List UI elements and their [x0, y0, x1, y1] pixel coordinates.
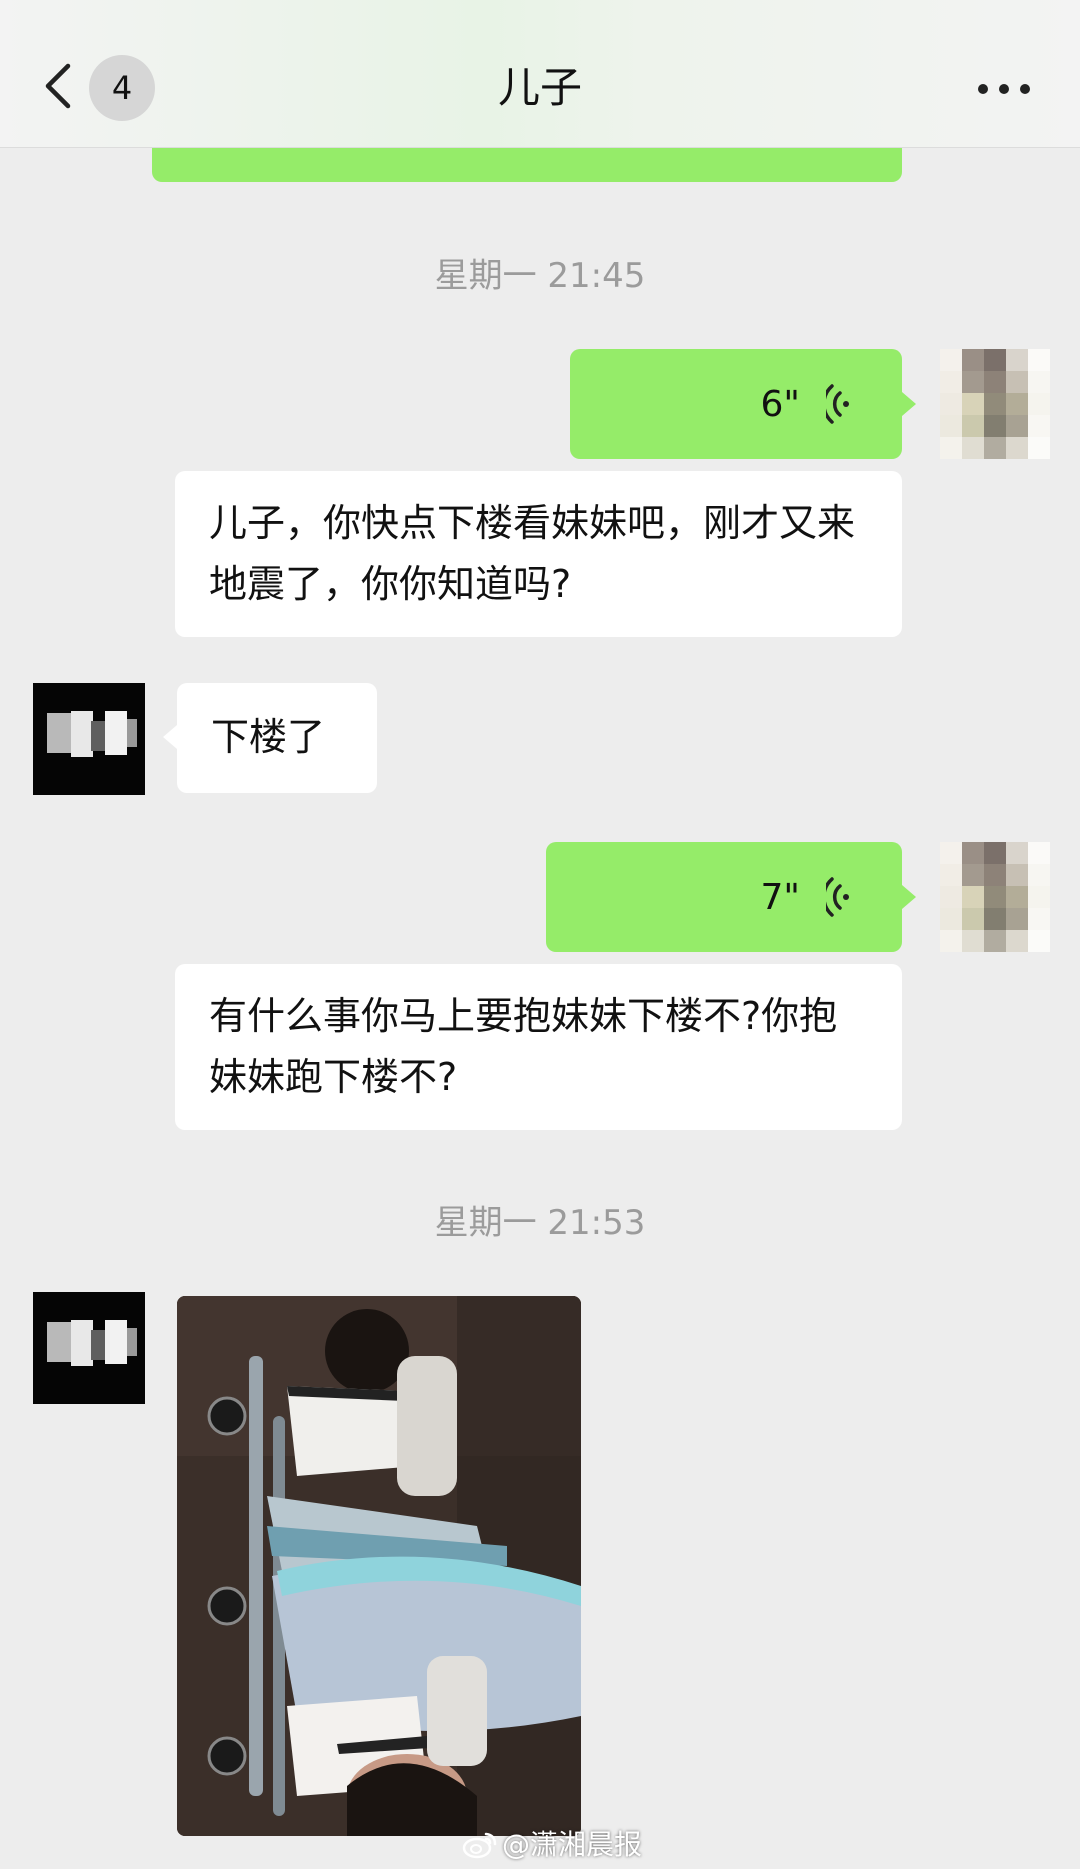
message-text: 儿子，你快点下楼看妹妹吧，刚才又来地震了，你你知道吗?: [209, 501, 856, 606]
unread-count-badge[interactable]: 4: [89, 55, 155, 121]
chat-header: 4 儿子: [0, 0, 1080, 148]
timestamp: 星期一 21:53: [434, 1203, 646, 1243]
son-avatar[interactable]: [33, 683, 145, 795]
son-avatar[interactable]: [33, 1292, 145, 1404]
bubble-tail: [163, 725, 177, 749]
message-text: 有什么事你马上要抱妹妹下楼不?你抱妹妹跑下楼不?: [209, 994, 838, 1099]
back-arrow-icon[interactable]: [40, 60, 80, 112]
weibo-icon: [462, 1832, 497, 1859]
text-message-bubble[interactable]: 有什么事你马上要抱妹妹下楼不?你抱妹妹跑下楼不?: [175, 964, 902, 1130]
bubble-tail: [902, 392, 916, 416]
my-avatar[interactable]: [940, 842, 1050, 952]
voice-duration: 7": [760, 876, 800, 918]
voice-message-bubble[interactable]: 6": [570, 349, 902, 459]
text-message-bubble[interactable]: 儿子，你快点下楼看妹妹吧，刚才又来地震了，你你知道吗?: [175, 471, 902, 637]
photo-message[interactable]: [177, 1296, 581, 1836]
more-dots-icon[interactable]: [976, 68, 1032, 108]
my-avatar[interactable]: [940, 349, 1050, 459]
watermark-text: @潇湘晨报: [502, 1828, 643, 1861]
stroller-photo: [177, 1296, 581, 1836]
message-text: 下楼了: [211, 715, 326, 759]
timestamp: 星期一 21:45: [434, 256, 646, 296]
chat-title: 儿子: [497, 63, 582, 112]
bubble-tail: [902, 885, 916, 909]
weibo-watermark: @潇湘晨报: [462, 1825, 642, 1865]
voice-wave-icon: [826, 876, 860, 918]
voice-wave-icon: [826, 383, 860, 425]
reply-message-bubble[interactable]: 下楼了: [177, 683, 377, 793]
voice-message-bubble[interactable]: 7": [546, 842, 902, 952]
voice-duration: 6": [760, 383, 800, 425]
